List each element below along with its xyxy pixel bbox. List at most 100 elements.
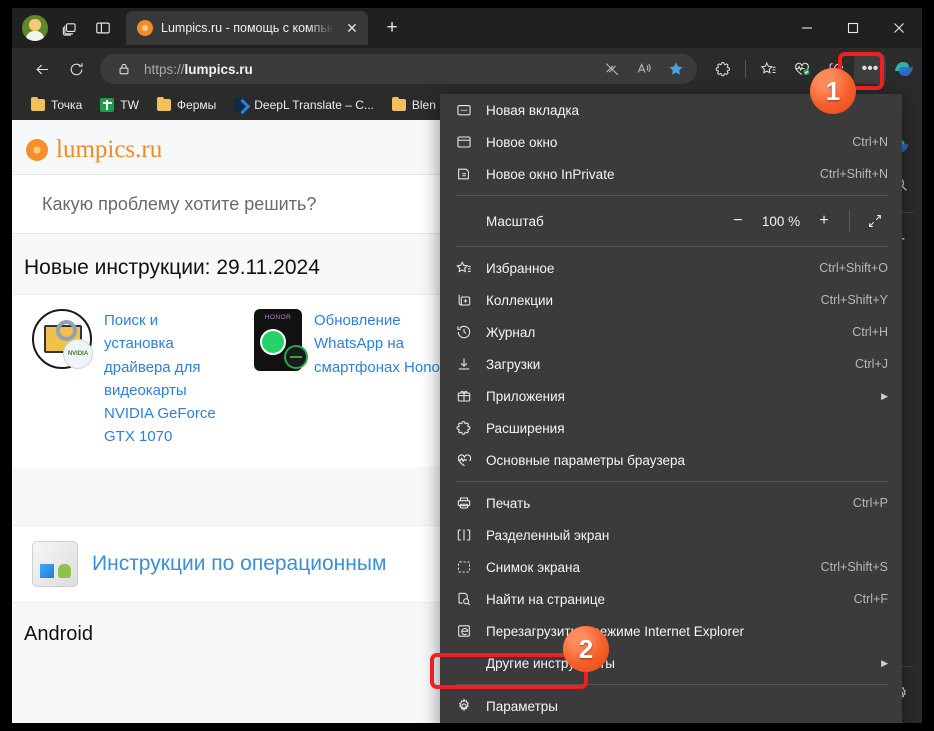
vertical-tabs-icon[interactable] <box>86 11 120 45</box>
new-window-icon <box>456 134 486 150</box>
screen: Lumpics.ru - помощь с компьютер ✕ + <box>0 0 934 731</box>
tab-favicon <box>137 20 153 36</box>
address-bar-text: https://lumpics.ru <box>144 62 253 77</box>
menu-item-history[interactable]: Журнал Ctrl+H <box>440 316 902 348</box>
split-screen-icon <box>456 527 486 543</box>
zoom-out-button[interactable]: − <box>721 212 755 230</box>
split-pen-icon[interactable] <box>597 55 627 83</box>
settings-and-more-button[interactable]: ••• <box>854 54 886 84</box>
extensions-icon[interactable] <box>707 54 739 84</box>
address-bar[interactable]: https://lumpics.ru <box>100 54 697 84</box>
bookmark-label: Blen <box>411 98 436 112</box>
bookmark-item[interactable]: TW <box>93 95 146 115</box>
nvidia-badge-icon: NVIDIA <box>63 339 93 369</box>
bookmark-label: Фермы <box>176 98 217 112</box>
menu-item-label: Основные параметры браузера <box>486 452 686 468</box>
article-card[interactable]: NVIDIA Поиск и установка драйвера для ви… <box>12 309 234 449</box>
menu-item-new-window[interactable]: Новое окно Ctrl+N <box>440 126 902 158</box>
menu-item-shortcut: Ctrl+N <box>852 135 888 149</box>
menu-item-find-on-page[interactable]: Найти на странице Ctrl+F <box>440 583 902 615</box>
menu-item-favorites[interactable]: Избранное Ctrl+Shift+O <box>440 252 902 284</box>
bookmark-item[interactable]: Фермы <box>150 95 223 115</box>
menu-item-split-screen[interactable]: Разделенный экран <box>440 519 902 551</box>
menu-item-screenshot[interactable]: Снимок экрана Ctrl+Shift+S <box>440 551 902 583</box>
menu-item-label: Перезагрузить в режиме Internet Explorer <box>486 623 745 639</box>
downloads-icon <box>456 356 486 372</box>
menu-item-downloads[interactable]: Загрузки Ctrl+J <box>440 348 902 380</box>
tab-close-icon[interactable]: ✕ <box>342 18 362 38</box>
site-name: lumpics.ru <box>56 136 163 163</box>
menu-separator <box>456 684 888 685</box>
menu-item-shortcut: Ctrl+J <box>855 357 888 371</box>
bookmark-item[interactable]: DeepL Translate – C... <box>227 95 381 115</box>
whatsapp-icon <box>260 329 286 355</box>
bookmark-item[interactable]: Blen <box>385 95 443 115</box>
menu-item-help-feedback[interactable]: Справка и отзывы ▶ <box>440 722 902 723</box>
menu-item-ie-mode[interactable]: Перезагрузить в режиме Internet Explorer <box>440 615 902 647</box>
read-aloud-icon[interactable] <box>629 55 659 83</box>
menu-item-settings[interactable]: Параметры <box>440 690 902 722</box>
sheets-icon <box>100 98 115 112</box>
menu-item-apps[interactable]: Приложения ▶ <box>440 380 902 412</box>
favorites-icon[interactable] <box>752 54 784 84</box>
refresh-button-icon[interactable] <box>60 54 92 84</box>
menu-item-label: Загрузки <box>486 356 541 372</box>
submenu-arrow-icon: ▶ <box>881 657 888 668</box>
new-tab-button[interactable]: + <box>376 12 408 44</box>
bookmark-label: TW <box>120 98 139 112</box>
fullscreen-icon[interactable] <box>858 213 892 229</box>
window-controls <box>784 8 922 48</box>
menu-item-collections[interactable]: Коллекции Ctrl+Shift+Y <box>440 284 902 316</box>
menu-item-label: Найти на странице <box>486 591 606 607</box>
menu-item-shortcut: Ctrl+P <box>852 496 888 510</box>
menu-item-label: Избранное <box>486 260 555 276</box>
menu-separator <box>456 481 888 482</box>
menu-item-label: Расширения <box>486 420 565 436</box>
back-button-icon[interactable] <box>26 54 58 84</box>
navigation-toolbar: https://lumpics.ru ••• <box>12 48 922 90</box>
settings-gear-icon <box>456 698 486 714</box>
menu-item-shortcut: Ctrl+H <box>852 325 888 339</box>
menu-item-label: Печать <box>486 495 531 511</box>
zoom-in-button[interactable]: + <box>807 212 841 230</box>
apps-icon <box>456 388 486 404</box>
new-tab-icon <box>456 102 486 118</box>
article-card[interactable]: HONOR Обновление WhatsApp на смартфонах … <box>234 309 456 449</box>
bookmark-label: DeepL Translate – C... <box>254 98 374 112</box>
menu-item-label: Параметры <box>486 698 558 714</box>
menu-separator <box>456 195 888 196</box>
menu-item-label: Журнал <box>486 324 536 340</box>
bookmark-item[interactable]: Точка <box>24 95 89 115</box>
article-title: Поиск и установка драйвера для видеокарт… <box>104 312 216 446</box>
browser-tab[interactable]: Lumpics.ru - помощь с компьютер ✕ <box>126 11 368 45</box>
copilot-icon[interactable] <box>892 58 916 80</box>
minimize-button[interactable] <box>784 8 830 48</box>
lock-icon <box>114 62 134 76</box>
menu-item-browser-essentials[interactable]: Основные параметры браузера <box>440 444 902 476</box>
windows-icon <box>40 563 54 578</box>
favorites-star-icon <box>456 260 486 276</box>
close-button[interactable] <box>876 8 922 48</box>
browser-window: Lumpics.ru - помощь с компьютер ✕ + <box>12 8 922 723</box>
menu-item-shortcut: Ctrl+Shift+N <box>819 167 888 181</box>
menu-item-zoom: Масштаб − 100 % + <box>440 201 902 241</box>
menu-item-extensions[interactable]: Расширения <box>440 412 902 444</box>
zoom-divider <box>849 210 850 232</box>
screenshot-icon <box>456 559 486 575</box>
tab-search-icon[interactable] <box>52 11 86 45</box>
tab-title: Lumpics.ru - помощь с компьютер <box>161 21 334 35</box>
honor-label: HONOR <box>264 314 292 321</box>
deepl-icon <box>234 98 249 112</box>
browser-essentials-icon <box>456 452 486 469</box>
bookmark-label: Точка <box>51 98 83 112</box>
menu-item-inprivate[interactable]: Новое окно InPrivate Ctrl+Shift+N <box>440 158 902 190</box>
menu-item-print[interactable]: Печать Ctrl+P <box>440 487 902 519</box>
os-section-title: Инструкции по операционным <box>92 551 387 575</box>
maximize-button[interactable] <box>830 8 876 48</box>
menu-item-shortcut: Ctrl+Shift+Y <box>820 293 888 307</box>
profile-avatar[interactable] <box>18 11 52 45</box>
find-icon <box>456 591 486 607</box>
zoom-label: Масштаб <box>486 213 544 229</box>
menu-item-more-tools[interactable]: Другие инструменты ▶ <box>440 647 902 679</box>
favorite-star-icon[interactable] <box>661 55 691 83</box>
